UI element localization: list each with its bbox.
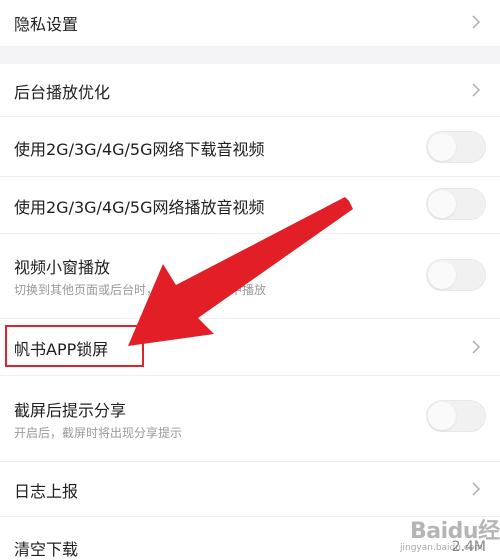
toggle-knob [428,133,456,161]
toggle-knob [428,261,456,289]
mobile-download-toggle[interactable] [426,131,486,163]
screenshot-share-description: 开启后，截屏时将出现分享提示 [14,426,183,440]
log-report-row[interactable]: 日志上报 [0,462,500,516]
background-play-label: 后台播放优化 [14,83,111,102]
privacy-settings-row[interactable]: 隐私设置 [0,0,500,46]
mini-window-row: 视频小窗播放 切换到其他页面或后台时，视频保持小窗中播放 [0,234,500,318]
screenshot-share-row: 截屏后提示分享 开启后，截屏时将出现分享提示 [0,376,500,461]
chevron-right-icon [472,83,481,97]
mini-window-description: 切换到其他页面或后台时，视频保持小窗中播放 [14,283,267,297]
watermark-logo-text: Baidu经验 [410,519,500,544]
mobile-play-toggle[interactable] [426,188,486,220]
toggle-knob [428,190,456,218]
chevron-right-icon [472,15,481,29]
mobile-download-label: 使用2G/3G/4G/5G网络下载音视频 [14,140,265,159]
section-gap [0,46,500,64]
privacy-settings-label: 隐私设置 [14,15,79,34]
mini-window-toggle[interactable] [426,259,486,291]
log-report-label: 日志上报 [14,482,79,501]
screenshot-share-toggle[interactable] [426,400,486,432]
mini-window-label: 视频小窗播放 [14,258,111,277]
annotation-highlight-box [5,325,144,367]
mobile-download-row: 使用2G/3G/4G/5G网络下载音视频 [0,117,500,176]
chevron-right-icon [472,482,481,496]
screenshot-share-label: 截屏后提示分享 [14,401,127,420]
baidu-jingyan-watermark: Baidu经验 jingyan.baidu.com [396,513,500,557]
mobile-play-label: 使用2G/3G/4G/5G网络播放音视频 [14,198,265,217]
background-play-row[interactable]: 后台播放优化 [0,64,500,116]
toggle-knob [428,402,456,430]
chevron-right-icon [472,340,481,354]
watermark-url: jingyan.baidu.com [400,543,484,553]
mobile-play-row: 使用2G/3G/4G/5G网络播放音视频 [0,177,500,233]
clear-downloads-label: 清空下载 [14,540,79,559]
